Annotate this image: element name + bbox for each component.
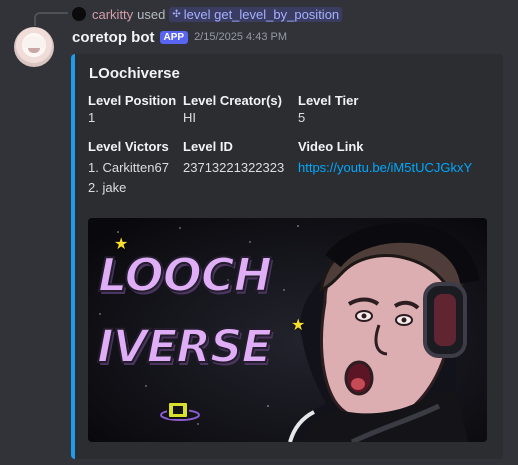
field-value: 1 [88, 110, 96, 125]
replied-user-avatar[interactable] [72, 7, 86, 21]
replied-username[interactable]: carkitty [92, 7, 133, 22]
field-value: HI [183, 110, 196, 125]
used-label: used [137, 6, 166, 22]
message-header: coretop bot APP 2/15/2025 4:43 PM [72, 27, 287, 47]
thumbnail-logo-bottom: IVERSE [96, 319, 273, 374]
app-badge: APP [159, 30, 189, 44]
field-name: Video Link [298, 139, 364, 154]
star-icon: ★ [291, 317, 306, 334]
slash-command-icon: ✣ [172, 8, 181, 20]
thumbnail-logo-top: LOOCH [97, 247, 273, 303]
victor-item: 2. jake [88, 180, 127, 195]
field-level-victors: Level Victors 1. Carkitten67 2. jake [88, 138, 169, 196]
field-level-creators: Level Creator(s) HI [183, 92, 282, 126]
field-name: Level Position [88, 93, 177, 108]
field-level-position: Level Position 1 [88, 92, 176, 126]
command-name: level get_level_by_position [183, 6, 340, 22]
level-thumbnail-image[interactable]: ★ ★ LOOCH IVERSE [88, 218, 487, 442]
field-name: Level Victors [88, 139, 169, 154]
field-name: Level Creator(s) [183, 93, 282, 108]
command-reply-context[interactable]: carkitty used ✣ level get_level_by_posit… [72, 5, 343, 23]
victor-item: 1. Carkitten67 [88, 160, 169, 175]
field-name: Level ID [183, 139, 233, 154]
bot-avatar[interactable] [14, 27, 54, 67]
field-level-id: Level ID 23713221322323 [183, 138, 284, 176]
bot-username[interactable]: coretop bot [72, 29, 155, 46]
level-embed: LOochiverse Level Position 1 Level Creat… [71, 54, 503, 459]
field-value: 23713221322323 [183, 160, 285, 175]
reply-connector-line [34, 12, 68, 26]
field-name: Level Tier [298, 93, 359, 108]
field-video-link: Video Link https://youtu.be/iM5tUCJGkxY [298, 138, 472, 176]
embed-title: LOochiverse [89, 65, 180, 82]
video-link[interactable]: https://youtu.be/iM5tUCJGkxY [298, 159, 472, 176]
message-timestamp[interactable]: 2/15/2025 4:43 PM [194, 31, 287, 43]
field-level-tier: Level Tier 5 [298, 92, 358, 126]
slash-command-link[interactable]: ✣ level get_level_by_position [169, 6, 343, 22]
field-value: 5 [298, 110, 306, 125]
